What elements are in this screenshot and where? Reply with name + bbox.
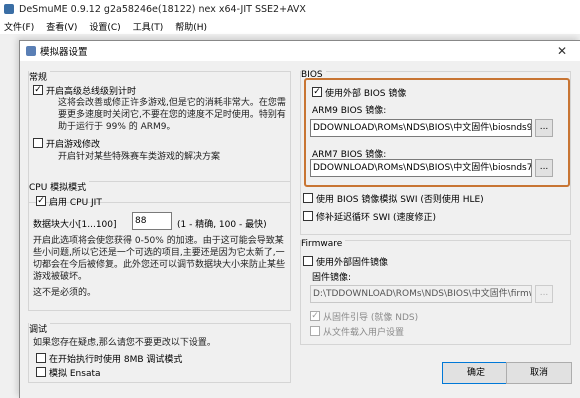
swi-hle-checkbox[interactable] [303,193,313,203]
game-fix-desc: 开启针对某些特殊赛车类游戏的解决方案 [58,152,221,162]
debug-8mb-checkbox[interactable] [36,353,46,363]
patch-delay-label: 修补延迟循环 SWI (速度修正) [316,213,437,223]
block-size-hint: (1 - 精确, 100 - 最快) [177,220,267,230]
debug-8mb-label: 在开始执行时使用 8MB 调试模式 [49,355,183,365]
cpu-jit-label: 启用 CPU JIT [49,198,102,208]
boot-from-firmware-label: 从固件引导 (就像 NDS) [323,313,419,323]
app-menu-bar: 文件(F) 查看(V) 设置(C) 工具(T) 帮助(H) [0,18,580,34]
arm7-bios-path-input[interactable]: DDOWNLOAD\ROMs\NDS\BIOS\中文固件\biosnds7.ro… [310,159,532,177]
emulator-settings-dialog: 模拟器设置 ✕ 常规 ✓ 开启高级总线级别计时 这将会改善或修正许多游戏,但是它… [19,40,580,398]
arm9-bios-label: ARM9 BIOS 镜像: [312,106,387,116]
settings-app-icon [26,46,36,56]
dialog-title-bar: 模拟器设置 ✕ [20,41,580,61]
block-size-label: 数据块大小[1...100] [33,220,117,230]
load-user-settings-label: 从文件载入用户设置 [323,328,405,338]
block-size-input[interactable]: 88 [132,212,172,230]
debug-group-label: 调试 [29,322,51,335]
debug-desc: 如果您存在疑虑,那么请您不要更改以下设置。 [33,338,216,348]
game-fix-label: 开启游戏修改 [46,140,101,150]
menu-config[interactable]: 设置(C) [89,20,120,33]
app-title-bar: DeSmuME 0.9.12 g2a58246e(18122) nex x64-… [0,0,580,18]
firmware-path-input[interactable]: D:\TDDOWNLOAD\ROMs\NDS\BIOS\中文固件\firmwar… [310,285,532,303]
external-firmware-label: 使用外部固件镜像 [316,258,389,268]
load-user-settings-checkbox[interactable] [310,326,320,336]
cancel-button[interactable]: 取消 [506,362,572,384]
ensata-checkbox[interactable] [36,367,46,377]
arm9-browse-button[interactable]: ... [535,119,553,137]
arm9-bios-path-input[interactable]: DDOWNLOAD\ROMs\NDS\BIOS\中文固件\biosnds9.ro… [310,119,532,137]
close-icon[interactable]: ✕ [557,44,567,58]
external-firmware-checkbox[interactable] [303,256,313,266]
ok-button[interactable]: 确定 [442,362,510,384]
jit-desc: 开启此选项将会使您获得 0-50% 的加速。由于这可能会导致某些小问题,所以它还… [33,236,286,282]
bus-timing-label: 开启高级总线级别计时 [46,87,137,97]
menu-help[interactable]: 帮助(H) [175,20,207,33]
game-fix-checkbox[interactable] [33,138,43,148]
firmware-browse-button[interactable]: ... [535,285,553,303]
menu-file[interactable]: 文件(F) [4,20,34,33]
cpu-jit-checkbox[interactable]: ✓ [36,196,46,206]
desmume-app-icon [4,4,14,14]
cpu-group-label: CPU 模拟模式 [29,180,90,193]
firmware-image-label: 固件镜像: [312,273,352,283]
jit-note: 这不是必须的。 [33,288,97,298]
external-bios-label: 使用外部 BIOS 镜像 [325,89,407,99]
arm7-browse-button[interactable]: ... [535,159,553,177]
app-title: DeSmuME 0.9.12 g2a58246e(18122) nex x64-… [19,3,306,15]
external-bios-checkbox[interactable]: ✓ [312,87,322,97]
general-group-label: 常规 [29,70,51,83]
ensata-label: 模拟 Ensata [49,369,101,379]
bus-timing-desc: 这将会改善或修正许多游戏,但是它的消耗非常大。在您需要更多速度时关闭它,不要在您… [58,98,286,132]
menu-view[interactable]: 查看(V) [46,20,77,33]
menu-tools[interactable]: 工具(T) [133,20,164,33]
swi-hle-label: 使用 BIOS 镜像模拟 SWI (否则使用 HLE) [316,195,484,205]
boot-from-firmware-checkbox[interactable]: ✓ [310,311,320,321]
patch-delay-checkbox[interactable] [303,211,313,221]
dialog-title: 模拟器设置 [40,47,88,58]
firmware-group-label: Firmware [301,239,346,249]
bus-timing-checkbox[interactable]: ✓ [33,85,43,95]
